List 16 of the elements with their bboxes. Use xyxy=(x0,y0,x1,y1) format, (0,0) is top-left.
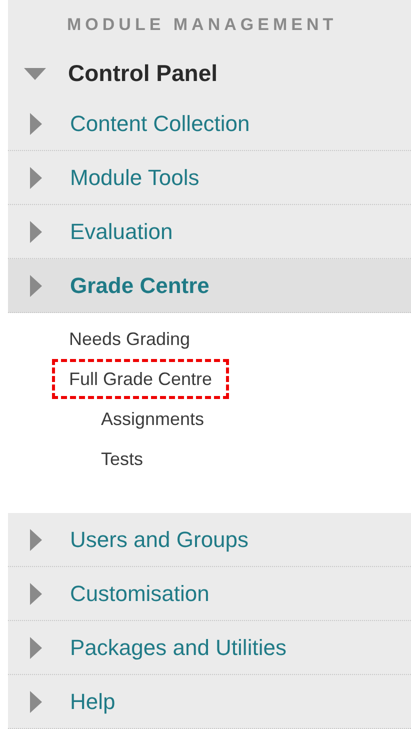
caret-right-icon xyxy=(30,274,42,296)
caret-right-icon xyxy=(30,166,42,188)
caret-right-icon xyxy=(30,636,42,658)
caret-right-icon xyxy=(30,582,42,604)
caret-down-icon xyxy=(24,68,46,80)
section-heading: MODULE MANAGEMENT xyxy=(67,14,338,36)
menu-item[interactable]: Grade Centre xyxy=(8,259,411,313)
control-panel-header[interactable]: Control Panel xyxy=(8,50,411,97)
submenu-link[interactable]: Needs Grading xyxy=(52,319,208,359)
submenu-link[interactable]: Full Grade Centre xyxy=(52,359,230,399)
caret-right-icon xyxy=(30,690,42,712)
submenu-link[interactable]: Assignments xyxy=(84,399,222,439)
submenu-link[interactable]: Tests xyxy=(84,439,160,479)
caret-right-icon xyxy=(30,528,42,550)
caret-right-icon xyxy=(30,112,42,134)
caret-right-icon xyxy=(30,220,42,242)
